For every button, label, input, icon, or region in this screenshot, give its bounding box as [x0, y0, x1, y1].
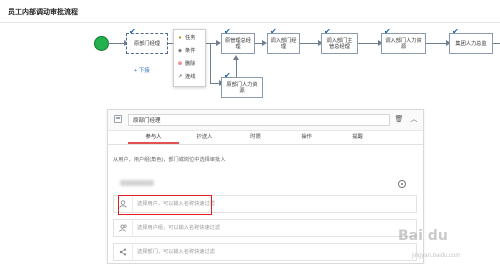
connector: [236, 58, 237, 78]
title-divider: [0, 22, 500, 23]
flow-node-group-hr-director[interactable]: ✔ 集团人力总监: [449, 28, 493, 54]
flow-node-original-gm[interactable]: ✔ 原管理总经理: [221, 28, 255, 54]
node-context-menu: ● 任务 ◈ 条件 ⊗ 删除 ↗ 连线: [173, 29, 206, 87]
page-title: 员工内部调动审批流程: [8, 9, 78, 16]
panel-header: 🗑 ︿: [108, 110, 423, 131]
menu-item-condition[interactable]: ◈ 条件: [177, 47, 196, 55]
trash-icon[interactable]: 🗑: [393, 114, 405, 126]
flow-node-target-dept-hr[interactable]: ✔ 调入部门人力资源: [381, 28, 426, 54]
menu-item-task[interactable]: ● 任务: [177, 34, 195, 42]
watermark-url: jingyan.baidu.com: [412, 253, 461, 259]
org-icon: [114, 244, 133, 260]
flow-node-target-dept-gm[interactable]: ✔ 调入部门主管总经理: [321, 28, 358, 54]
flow-node-target-dept-manager[interactable]: ✔ 调入部门经理: [267, 28, 300, 54]
menu-item-delete[interactable]: ⊗ 删除: [177, 60, 196, 68]
group-icon: [114, 220, 133, 236]
dept-select-input[interactable]: 选择部门，可以输入名称快速过滤: [137, 248, 215, 255]
selected-approver-value: [120, 180, 154, 186]
panel-tabs: 参与人 抄送人 时限 操作 提醒: [108, 131, 423, 145]
collapse-icon[interactable]: ︿: [408, 114, 420, 126]
participant-description: 从用户，用户组(角色)，部门或岗位中选择审批人: [113, 157, 226, 163]
start-node[interactable]: [94, 36, 109, 51]
tab-operations[interactable]: 操作: [281, 131, 332, 144]
tab-participants[interactable]: 参与人: [128, 131, 179, 144]
person-icon: ●: [178, 34, 182, 41]
node-type-icon: [114, 115, 122, 123]
tab-reminder[interactable]: 提醒: [332, 131, 383, 144]
flow-node-original-dept-hr[interactable]: ✔ 原部门人力资源: [221, 72, 263, 98]
connector: [300, 43, 320, 44]
link-icon: ↗: [177, 73, 183, 80]
highlight-box: [118, 195, 212, 215]
connector: [210, 43, 211, 83]
delete-icon: ⊗: [177, 60, 183, 67]
connector: [358, 43, 380, 44]
flow-node-original-dept-manager[interactable]: ✔ 原部门经理: [126, 28, 168, 54]
tab-cc[interactable]: 抄送人: [179, 131, 230, 144]
connector: [426, 43, 448, 44]
menu-item-link[interactable]: ↗ 连线: [177, 73, 196, 81]
arrow-up-icon: [233, 55, 239, 60]
clear-icon[interactable]: [398, 180, 406, 188]
dept-select-row[interactable]: 选择部门，可以输入名称快速过滤: [113, 243, 417, 261]
add-next-button[interactable]: + 下接: [134, 66, 150, 74]
tab-time-limit[interactable]: 时限: [230, 131, 281, 144]
connector: [493, 43, 500, 44]
node-property-panel: 🗑 ︿ 参与人 抄送人 时限 操作 提醒 从用户，用户组(角色)，部门或岗位中选…: [107, 109, 424, 264]
group-select-input[interactable]: 选择用户组，可以输入名称快速过滤: [137, 224, 220, 231]
node-name-input[interactable]: [128, 114, 390, 126]
condition-icon: ◈: [177, 47, 183, 54]
group-select-row[interactable]: 选择用户组，可以输入名称快速过滤: [113, 219, 417, 237]
